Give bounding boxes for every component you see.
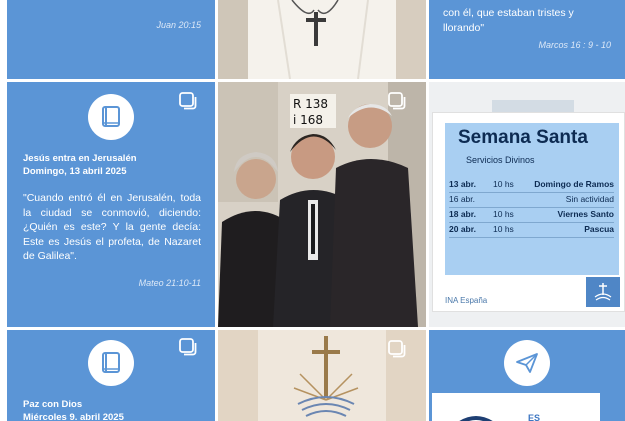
schedule-date: 20 abr. — [449, 224, 476, 234]
schedule-event: Domingo de Ramos — [534, 179, 614, 189]
schedule-date: 13 abr. — [449, 179, 476, 189]
schedule-event: Sin actividad — [565, 194, 614, 204]
book-icon — [102, 352, 120, 373]
schedule-row: 20 abr. 10 hs Pascua — [449, 224, 614, 238]
post-grid: Juan 20:15 con él, que estaban tristes y… — [0, 0, 625, 421]
schedule-event: Pascua — [584, 224, 614, 234]
multiple-posts-icon — [179, 92, 197, 110]
church-emblem-icon — [594, 283, 612, 301]
post-tile-marcos[interactable]: con él, que estaban tristes y llorando" … — [429, 0, 625, 79]
post-tile-juan[interactable]: Juan 20:15 — [7, 0, 215, 79]
invitation-card: ES — [432, 393, 600, 421]
schedule-date: 16 abr. — [449, 194, 475, 204]
tape-strip — [492, 100, 574, 112]
post-tile-group-photo[interactable]: R 138 i 168 — [218, 82, 426, 327]
citation: Juan 20:15 — [156, 20, 201, 30]
post-date: Miércoles 9. abril 2025 — [23, 412, 124, 421]
quote-text: con él, que estaban tristes y llorando" — [443, 7, 574, 34]
flyer-footer: INA España — [445, 296, 488, 305]
citation: Marcos 16 : 9 - 10 — [538, 40, 611, 50]
book-icon-badge — [88, 94, 134, 140]
schedule-time: 10 hs — [493, 179, 514, 189]
post-date: Domingo, 13 abril 2025 — [23, 166, 127, 177]
paper-plane-icon — [516, 353, 538, 373]
church-emblem — [586, 277, 620, 307]
quote-text: "Cuando entró él en Jerusalén, toda la c… — [23, 192, 201, 262]
post-title: Jesús entra en Jerusalén Domingo, 13 abr… — [23, 152, 137, 178]
schedule-event: Viernes Santo — [557, 209, 614, 219]
flyer-title: Semana Santa — [458, 127, 588, 148]
schedule-row: 18 abr. 10 hs Viernes Santo — [449, 209, 614, 223]
flyer-subtitle: Servicios Divinos — [466, 155, 535, 165]
wall-sign: R 138 i 168 — [293, 96, 328, 128]
post-tile-altar-photo[interactable] — [218, 330, 426, 421]
flyer-panel: Semana Santa Servicios Divinos 13 abr. 10… — [445, 123, 619, 275]
post-tile-jerusalen[interactable]: Jesús entra en Jerusalén Domingo, 13 abr… — [7, 82, 215, 327]
post-tile-pope-photo[interactable] — [218, 0, 426, 79]
post-title: Paz con Dios Miércoles 9. abril 2025 — [23, 398, 124, 421]
post-title-line1: Paz con Dios — [23, 399, 83, 410]
multiple-posts-icon — [388, 340, 406, 358]
semana-santa-flyer[interactable]: Semana Santa Servicios Divinos 13 abr. 10… — [432, 112, 625, 312]
citation: Mateo 21:10-11 — [138, 278, 201, 288]
wall-sign-line1: R 138 — [293, 97, 329, 111]
paper-plane-badge — [504, 340, 550, 386]
schedule-time: 10 hs — [493, 209, 514, 219]
book-icon — [102, 106, 120, 127]
schedule-row: 13 abr. 10 hs Domingo de Ramos — [449, 179, 614, 193]
pope-photo — [218, 0, 426, 79]
post-tile-invitation[interactable]: ES — [429, 330, 625, 421]
schedule-time: 10 hs — [493, 224, 514, 234]
wall-sign-line2: i 168 — [293, 113, 324, 127]
schedule-row: 16 abr. Sin actividad — [449, 194, 614, 208]
multiple-posts-icon — [179, 338, 197, 356]
clock-graphic — [459, 416, 493, 421]
post-title-line1: Jesús entra en Jerusalén — [23, 153, 137, 164]
post-tile-paz[interactable]: Paz con Dios Miércoles 9. abril 2025 — [7, 330, 215, 421]
invitation-text: ES — [528, 413, 541, 421]
multiple-posts-icon — [388, 92, 406, 110]
schedule-date: 18 abr. — [449, 209, 476, 219]
book-icon-badge — [88, 340, 134, 386]
